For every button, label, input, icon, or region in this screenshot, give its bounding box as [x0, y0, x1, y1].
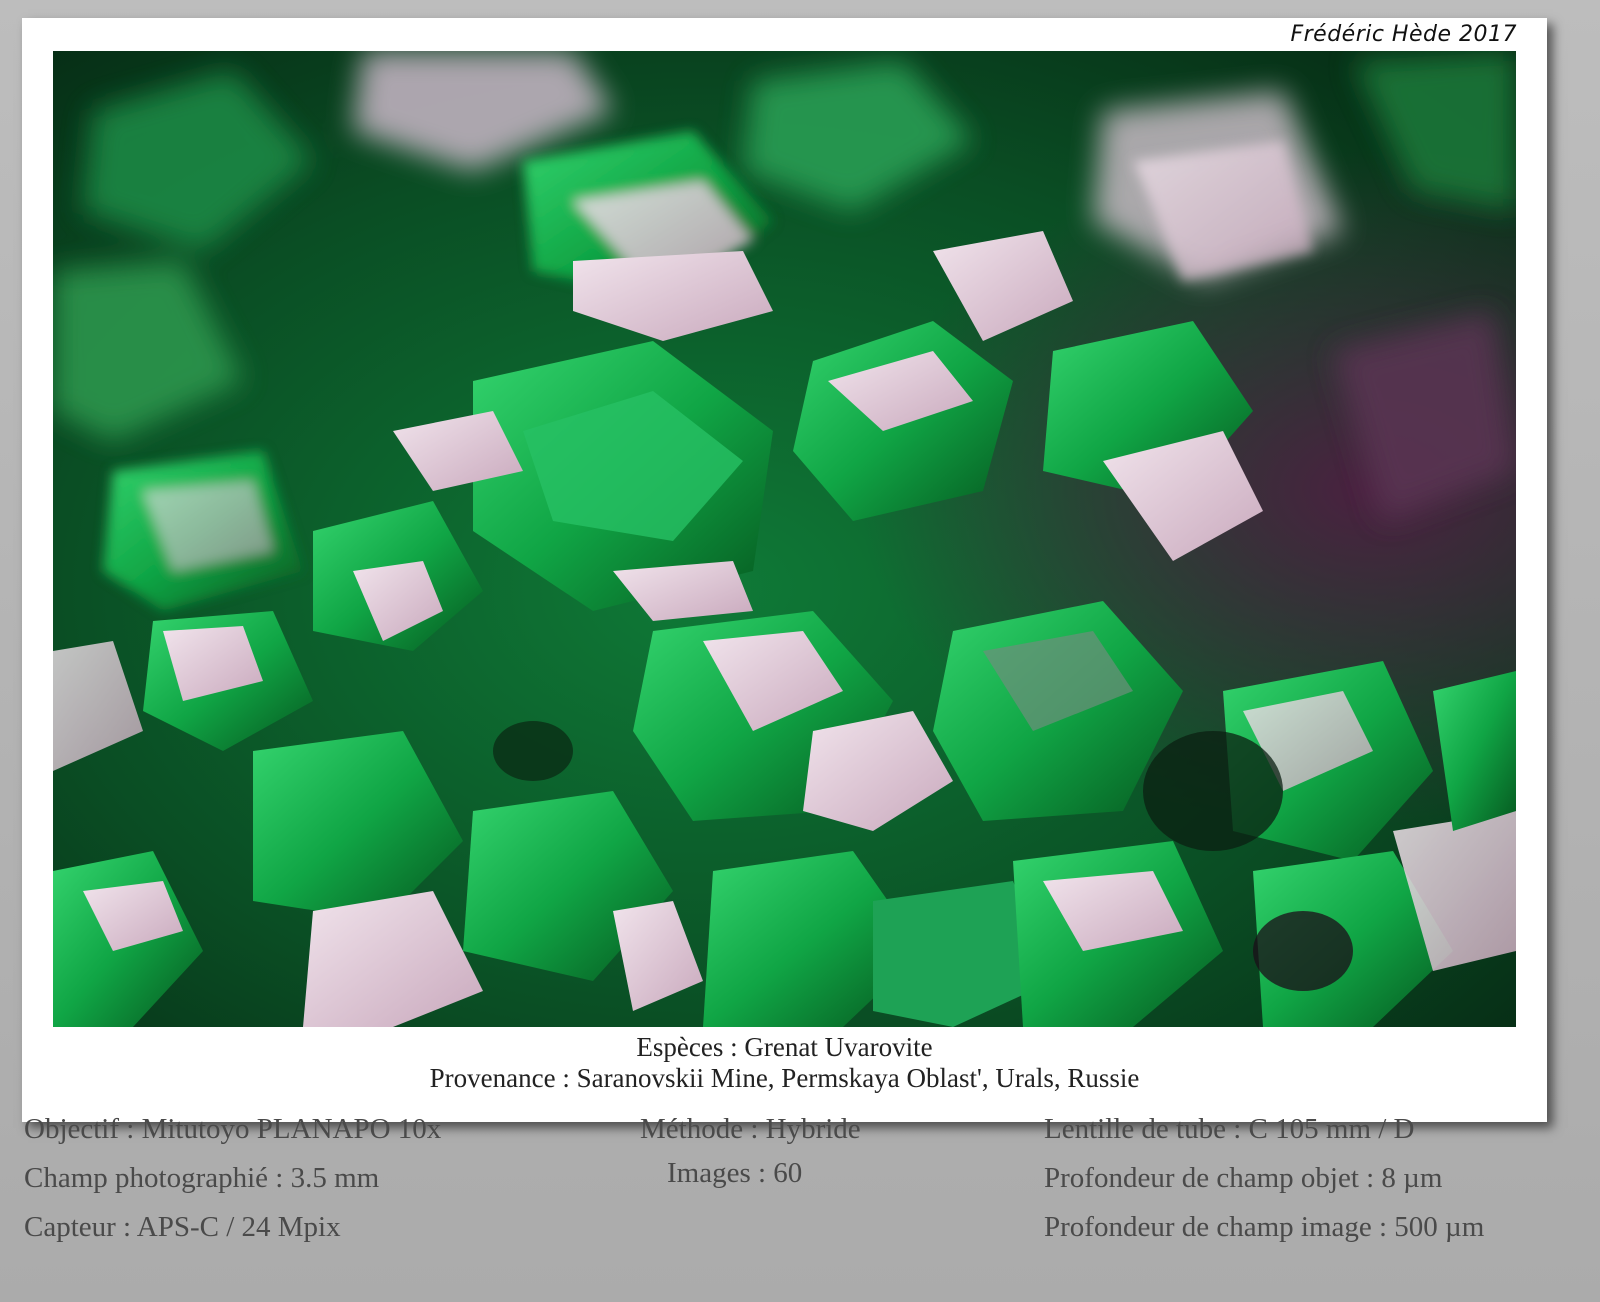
provenance-label: Provenance : Saranovskii Mine, Permskaya…	[429, 1063, 1140, 1093]
spec-image-dof: Profondeur de champ image : 500 µm	[1044, 1211, 1485, 1243]
spec-object-dof: Profondeur de champ objet : 8 µm	[1044, 1162, 1443, 1194]
photographer-credit: Frédéric Hède 2017	[1290, 22, 1517, 47]
caption: Espèces : Grenat Uvarovite Provenance : …	[22, 1032, 1547, 1094]
spec-tube-lens: Lentille de tube : C 105 mm / D	[1044, 1113, 1415, 1145]
photo-card: Frédéric Hède 2017 Espèces: Grenat Uvar…	[22, 18, 1547, 1122]
mineral-photo	[53, 51, 1516, 1027]
spec-objective: Objectif : Mitutoyo PLANAPO 10x	[24, 1113, 442, 1145]
species-label: Espèces : Grenat Uvarovite	[636, 1032, 933, 1062]
spec-field: Champ photographié : 3.5 mm	[24, 1162, 380, 1194]
spec-method: Méthode : Hybride	[640, 1113, 861, 1145]
spec-sensor: Capteur : APS-C / 24 Mpix	[24, 1211, 341, 1243]
spec-images: Images : 60	[667, 1157, 803, 1189]
uvarovite-crystals-image	[53, 51, 1516, 1027]
